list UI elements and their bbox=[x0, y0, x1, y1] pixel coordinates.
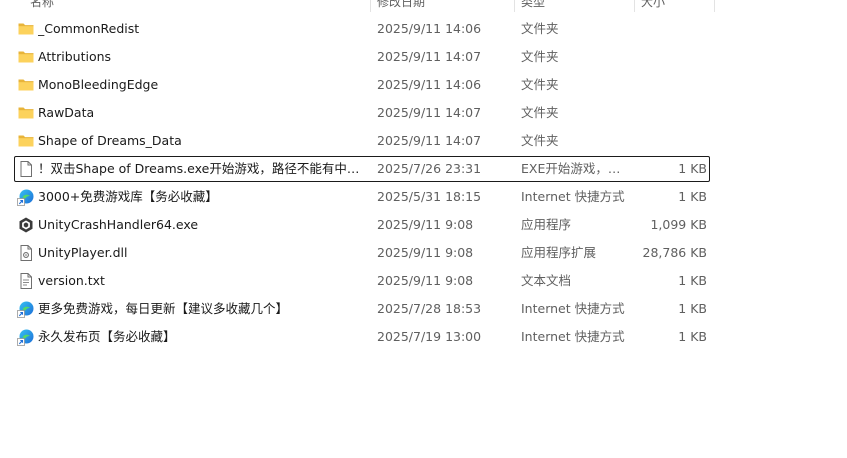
file-icon-cell bbox=[17, 71, 35, 99]
file-type: Internet 快捷方式 bbox=[521, 329, 625, 344]
file-row[interactable]: RawData 2025/9/11 14:07 文件夹 bbox=[0, 99, 716, 127]
file-name[interactable]: MonoBleedingEdge bbox=[38, 71, 366, 99]
file-icon-cell bbox=[17, 127, 35, 155]
folder-icon bbox=[17, 104, 35, 122]
internet-shortcut-icon bbox=[17, 188, 35, 206]
file-date: 2025/9/11 14:06 bbox=[377, 77, 482, 92]
file-icon-cell bbox=[17, 15, 35, 43]
file-icon-cell bbox=[17, 155, 35, 183]
column-header-size[interactable]: 大小 bbox=[641, 0, 665, 11]
column-header-name[interactable]: 名称 bbox=[30, 0, 54, 11]
file-size: 1 KB bbox=[678, 301, 707, 316]
file-type: 应用程序 bbox=[521, 217, 572, 232]
file-row[interactable]: Attributions 2025/9/11 14:07 文件夹 bbox=[0, 43, 716, 71]
file-size: 28,786 KB bbox=[642, 245, 707, 260]
text-file-icon bbox=[17, 272, 35, 290]
file-date: 2025/7/19 13:00 bbox=[377, 329, 482, 344]
file-date: 2025/9/11 9:08 bbox=[377, 245, 474, 260]
file-date: 2025/9/11 9:08 bbox=[377, 217, 474, 232]
file-name[interactable]: Attributions bbox=[38, 43, 366, 71]
file-size: 1 KB bbox=[678, 161, 707, 176]
folder-icon bbox=[17, 132, 35, 150]
file-type: 文件夹 bbox=[521, 133, 559, 148]
file-date: 2025/9/11 14:07 bbox=[377, 49, 482, 64]
file-row[interactable]: 永久发布页【务必收藏】 2025/7/19 13:00 Internet 快捷方式 1… bbox=[0, 323, 716, 351]
document-icon bbox=[17, 160, 35, 178]
file-name[interactable]: 更多免费游戏，每日更新【建议多收藏几个】 bbox=[38, 295, 366, 323]
folder-icon bbox=[17, 76, 35, 94]
file-row[interactable]: UnityCrashHandler64.exe 2025/9/11 9:08 应用程… bbox=[0, 211, 716, 239]
file-date: 2025/9/11 14:07 bbox=[377, 133, 482, 148]
folder-icon bbox=[17, 20, 35, 38]
file-size bbox=[636, 43, 707, 71]
file-row[interactable]: Shape of Dreams_Data 2025/9/11 14:07 文件夹 bbox=[0, 127, 716, 155]
file-name[interactable]: RawData bbox=[38, 99, 366, 127]
file-name[interactable]: 3000+免费游戏库【务必收藏】 bbox=[38, 183, 366, 211]
file-row[interactable]: version.txt 2025/9/11 9:08 文本文档 1 KB bbox=[0, 267, 716, 295]
file-name[interactable]: Shape of Dreams_Data bbox=[38, 127, 366, 155]
column-divider[interactable] bbox=[714, 0, 715, 12]
file-name[interactable]: version.txt bbox=[38, 267, 366, 295]
file-type: Internet 快捷方式 bbox=[521, 301, 625, 316]
file-type: 应用程序扩展 bbox=[521, 245, 597, 260]
file-name[interactable]: UnityCrashHandler64.exe bbox=[38, 211, 366, 239]
file-type: Internet 快捷方式 bbox=[521, 189, 625, 204]
file-name[interactable]: 永久发布页【务必收藏】 bbox=[38, 323, 366, 351]
file-row[interactable]: MonoBleedingEdge 2025/9/11 14:06 文件夹 bbox=[0, 71, 716, 99]
file-type: 文本文档 bbox=[521, 273, 572, 288]
file-date: 2025/7/28 18:53 bbox=[377, 301, 482, 316]
file-type: 文件夹 bbox=[521, 49, 559, 64]
column-header-date[interactable]: 修改日期 bbox=[377, 0, 425, 11]
file-row[interactable]: UnityPlayer.dll 2025/9/11 9:08 应用程序扩展 28,78… bbox=[0, 239, 716, 267]
file-size: 1 KB bbox=[678, 189, 707, 204]
internet-shortcut-icon bbox=[17, 328, 35, 346]
file-size bbox=[636, 127, 707, 155]
file-icon-cell bbox=[17, 183, 35, 211]
file-size bbox=[636, 99, 707, 127]
file-list: _CommonRedist 2025/9/11 14:06 文件夹 Attributi… bbox=[0, 15, 716, 351]
file-size: 1,099 KB bbox=[650, 217, 707, 232]
file-row[interactable]: ！双击Shape of Dreams.exe开始游戏，路径不能有中文！ 2025/… bbox=[0, 155, 716, 183]
file-type: 文件夹 bbox=[521, 77, 559, 92]
file-date: 2025/9/11 14:06 bbox=[377, 21, 482, 36]
file-icon-cell bbox=[17, 267, 35, 295]
file-name[interactable]: _CommonRedist bbox=[38, 15, 366, 43]
file-size bbox=[636, 15, 707, 43]
file-type: EXE开始游戏，路... bbox=[521, 161, 629, 176]
unity-app-icon bbox=[17, 216, 35, 234]
file-icon-cell bbox=[17, 99, 35, 127]
file-row[interactable]: _CommonRedist 2025/9/11 14:06 文件夹 bbox=[0, 15, 716, 43]
column-divider[interactable] bbox=[370, 0, 371, 12]
file-icon-cell bbox=[17, 295, 35, 323]
file-type: 文件夹 bbox=[521, 105, 559, 120]
file-icon-cell bbox=[17, 43, 35, 71]
file-size: 1 KB bbox=[678, 273, 707, 288]
file-name[interactable]: ！双击Shape of Dreams.exe开始游戏，路径不能有中文！ bbox=[38, 155, 366, 183]
folder-icon bbox=[17, 48, 35, 66]
file-date: 2025/7/26 23:31 bbox=[377, 161, 482, 176]
file-size bbox=[636, 71, 707, 99]
column-divider[interactable] bbox=[514, 0, 515, 12]
column-header-type[interactable]: 类型 bbox=[521, 0, 545, 11]
column-header: 名称 修改日期 类型 大小 bbox=[0, 0, 716, 12]
internet-shortcut-icon bbox=[17, 300, 35, 318]
file-date: 2025/9/11 9:08 bbox=[377, 273, 474, 288]
file-date: 2025/9/11 14:07 bbox=[377, 105, 482, 120]
file-name[interactable]: UnityPlayer.dll bbox=[38, 239, 366, 267]
file-row[interactable]: 3000+免费游戏库【务必收藏】 2025/5/31 18:15 Internet … bbox=[0, 183, 716, 211]
file-type: 文件夹 bbox=[521, 21, 559, 36]
file-icon-cell bbox=[17, 239, 35, 267]
file-icon-cell bbox=[17, 211, 35, 239]
file-icon-cell bbox=[17, 323, 35, 351]
file-date: 2025/5/31 18:15 bbox=[377, 189, 482, 204]
file-row[interactable]: 更多免费游戏，每日更新【建议多收藏几个】 2025/7/28 18:53 Inter… bbox=[0, 295, 716, 323]
file-size: 1 KB bbox=[678, 329, 707, 344]
column-divider[interactable] bbox=[634, 0, 635, 12]
dll-file-icon bbox=[17, 244, 35, 262]
